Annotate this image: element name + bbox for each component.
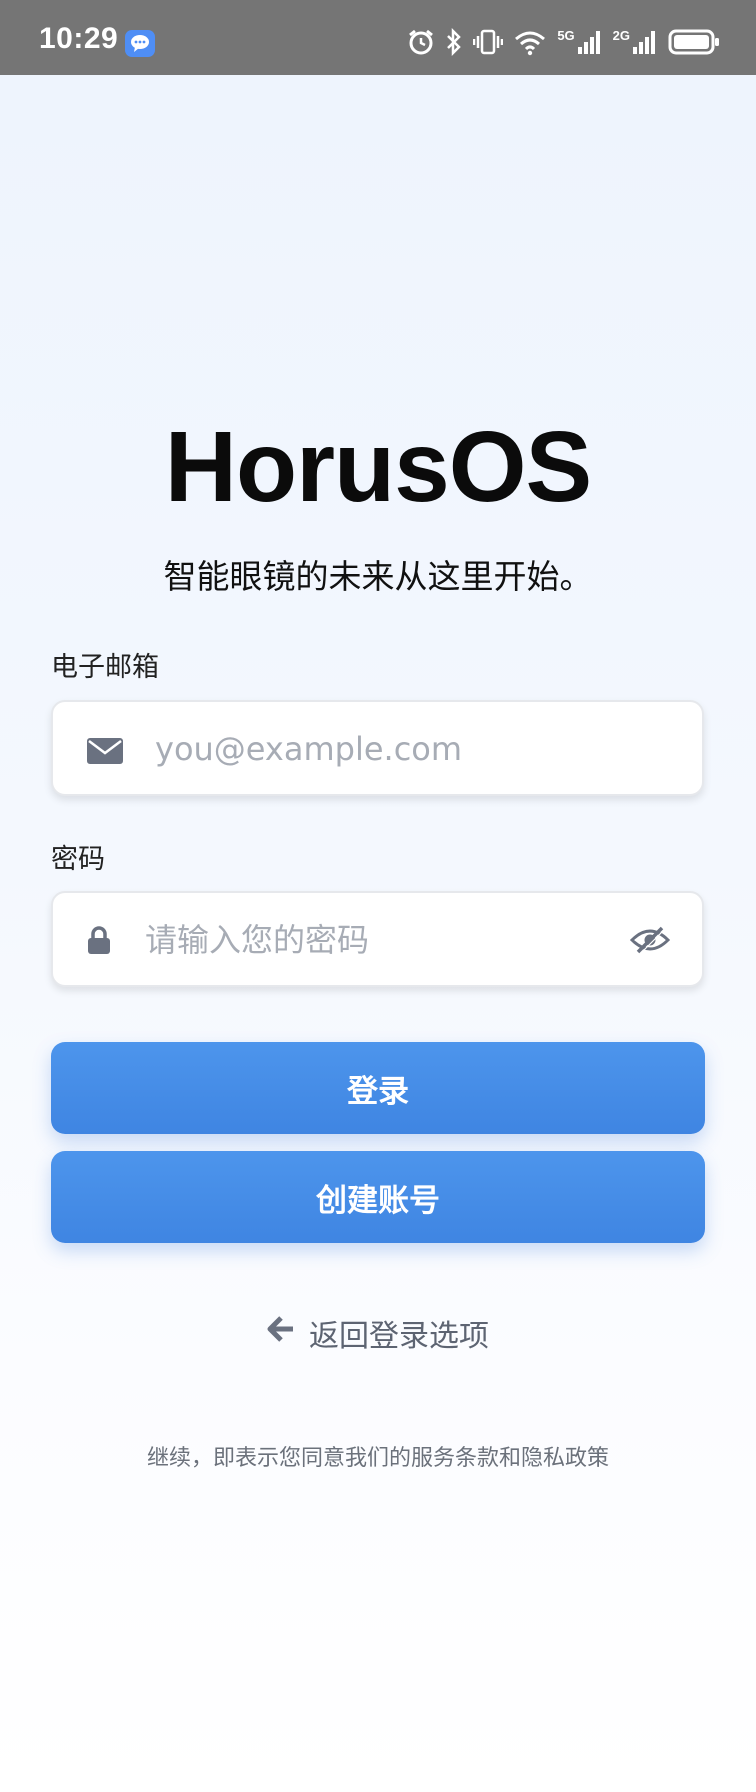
bluetooth-icon — [447, 28, 462, 56]
app-brand-title: HorusOS — [164, 411, 592, 523]
email-input[interactable] — [153, 702, 677, 796]
signal-5g-icon — [577, 31, 600, 54]
app-tagline: 智能眼镜的未来从这里开始。 — [163, 557, 593, 596]
lock-icon — [87, 925, 111, 959]
vibrate-icon — [473, 29, 504, 55]
login-button[interactable]: 登录 — [51, 1042, 705, 1134]
create-account-button[interactable]: 创建账号 — [51, 1151, 705, 1243]
status-icons: 5G 2G — [407, 26, 720, 58]
terms-notice: 继续，即表示您同意我们的服务条款和隐私政策 — [146, 1446, 609, 1471]
login-page: HorusOS 智能眼镜的未来从这里开始。 电子邮箱 密码 — [0, 75, 756, 1792]
network-5g-label: 5G — [557, 28, 575, 43]
eye-slash-icon[interactable] — [629, 925, 671, 959]
password-input[interactable] — [143, 893, 607, 987]
password-field[interactable] — [51, 891, 704, 987]
status-bar: 10:29 5G 2G — [0, 0, 756, 75]
signal-2g-icon — [633, 31, 655, 54]
envelope-icon — [87, 738, 123, 768]
battery-icon — [668, 29, 719, 55]
back-link-label: 返回登录选项 — [309, 1319, 489, 1354]
network-2g-label: 2G — [612, 28, 630, 43]
back-to-login-options-link[interactable]: 返回登录选项 — [0, 1308, 756, 1358]
wifi-icon — [515, 31, 546, 56]
email-label: 电子邮箱 — [51, 652, 159, 683]
arrow-left-icon — [267, 1315, 295, 1351]
password-label: 密码 — [51, 844, 105, 875]
alarm-icon — [409, 29, 434, 55]
email-field[interactable] — [51, 700, 704, 796]
message-notification-icon — [125, 30, 155, 57]
status-time: 10:29 — [39, 22, 119, 55]
